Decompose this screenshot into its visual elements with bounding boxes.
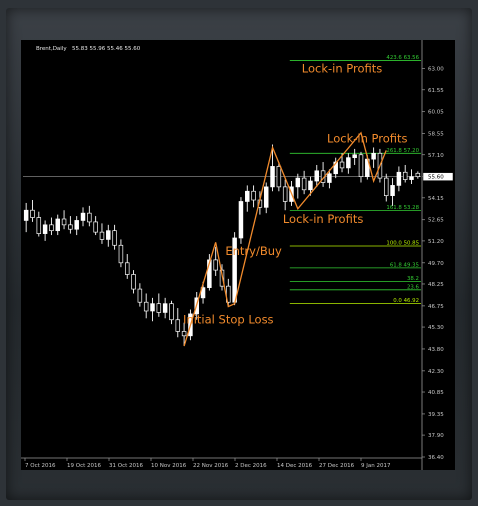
candle-body	[137, 288, 143, 303]
y-tick-label: 48.25	[428, 282, 444, 288]
chart-window[interactable]: 63.00 61.55 60.05 58.55 57.10 55.60 54.15 52.65…	[21, 40, 455, 470]
y-tick-label: 36.40	[428, 455, 444, 461]
x-tick-label: 22 Nov 2016	[193, 463, 229, 469]
candle-body	[169, 303, 174, 321]
candle-body	[61, 218, 67, 226]
y-tick-label: 60.05	[428, 110, 444, 116]
fib-level-label: 423.6 63.56	[386, 55, 419, 61]
x-tick-label: 2 Dec 2016	[235, 463, 267, 469]
annotation-label: Lock-in Profits	[302, 62, 383, 76]
fib-level-label: 0.0 46.92	[393, 298, 419, 304]
fib-level-label: 100.0 50.85	[386, 241, 419, 247]
candle-body	[87, 212, 92, 223]
y-tick-label: 61.55	[428, 88, 444, 94]
candle-body	[251, 190, 256, 201]
candle-body	[131, 274, 136, 290]
y-tick-label: 39.35	[428, 412, 444, 418]
x-tick-label: 7 Oct 2016	[25, 463, 56, 469]
candle-body	[270, 166, 275, 188]
y-tick-label: 43.80	[428, 347, 444, 353]
y-tick-label: 46.75	[428, 304, 444, 310]
candle-body	[23, 209, 29, 221]
candle-body	[352, 154, 357, 159]
x-tick-label: 31 Oct 2016	[109, 463, 144, 469]
fib-level-label: 23.6	[407, 284, 420, 290]
candle-body	[93, 221, 98, 233]
candle-body	[55, 218, 60, 232]
y-tick-label: 63.00	[428, 67, 444, 73]
candle-body	[150, 303, 155, 312]
candle-body	[384, 177, 389, 196]
candle-body	[118, 244, 124, 264]
x-tick-label: 19 Oct 2016	[67, 463, 102, 469]
candle-body	[282, 186, 288, 202]
candle-body	[238, 201, 244, 239]
candle-body	[245, 190, 250, 202]
annotation-label: Initial Stop Loss	[183, 313, 274, 327]
y-tick-label: 42.30	[428, 369, 444, 375]
y-tick-label: 51.20	[428, 239, 444, 245]
candle-body	[339, 161, 345, 169]
annotation-label: Entry/Buy	[225, 244, 282, 258]
candle-body	[112, 230, 117, 246]
y-tick-label: 52.65	[428, 218, 444, 224]
y-tick-label: 40.85	[428, 390, 444, 396]
candle-body	[30, 209, 35, 218]
candle-body	[49, 224, 54, 232]
annotations: Lock-in Profits Lock-in Profits Lock-in Pr…	[183, 62, 408, 327]
x-tick-label: 9 Jan 2017	[361, 463, 391, 469]
current-price-label: 55.60	[428, 175, 444, 181]
y-tick-label: 54.15	[428, 196, 444, 202]
symbol-label: Brent,Daily	[36, 46, 67, 52]
candle-body	[36, 217, 42, 234]
fib-level-label: 61.8 49.35	[390, 262, 419, 268]
candle-body	[396, 171, 402, 186]
candle-body	[106, 230, 111, 240]
y-tick-label: 37.90	[428, 433, 444, 439]
candle-body	[314, 170, 320, 182]
fibonacci-levels: 423.6 63.56 261.8 57.20 161.8 53.28 100.0 5…	[289, 55, 421, 304]
y-tick-label: 58.55	[428, 132, 444, 138]
fib-level-label: 38.2	[407, 276, 419, 282]
candle-body	[263, 186, 269, 208]
candle-body	[371, 152, 376, 160]
x-tick-label: 14 Dec 2016	[277, 463, 313, 469]
y-tick-label: 57.10	[428, 153, 444, 159]
candle-body	[409, 176, 414, 180]
candle-body	[346, 157, 351, 169]
candle-body	[415, 172, 421, 178]
candle-body	[143, 301, 149, 312]
y-tick-label: 45.30	[428, 325, 444, 331]
candle-body	[162, 303, 168, 313]
candle-body	[74, 220, 79, 230]
candle-body	[295, 177, 301, 188]
candle-body	[124, 262, 130, 275]
y-tick-label: 49.70	[428, 261, 444, 267]
candle-body	[276, 166, 282, 188]
x-tick-label: 10 Nov 2016	[151, 463, 187, 469]
candle-body	[308, 180, 313, 191]
candle-body	[156, 303, 162, 313]
annotation-label: Lock-in Profits	[327, 132, 408, 146]
candle-body	[402, 171, 408, 180]
candle-body	[301, 177, 307, 191]
annotation-label: Lock-in Profits	[283, 212, 364, 226]
candle-body	[42, 224, 48, 234]
candle-body	[181, 331, 187, 337]
price-chart[interactable]: 63.00 61.55 60.05 58.55 57.10 55.60 54.15 52.65…	[21, 40, 455, 470]
candle-body	[358, 154, 364, 178]
fib-level-label: 261.8 57.20	[386, 148, 419, 154]
fib-level-label: 161.8 53.28	[386, 205, 419, 211]
candle-body	[213, 259, 218, 271]
candle-body	[327, 173, 332, 183]
x-tick-label: 27 Dec 2016	[319, 463, 355, 469]
candle-body	[80, 212, 86, 221]
ohlc-label: 55.83 55.96 55.46 55.60	[72, 46, 141, 52]
candle-body	[68, 224, 73, 230]
candle-body	[99, 231, 105, 240]
candle-body	[390, 185, 395, 196]
candle-body	[175, 319, 181, 332]
chart-header: Brent,Daily 55.83 55.96 55.46 55.60	[36, 46, 141, 52]
